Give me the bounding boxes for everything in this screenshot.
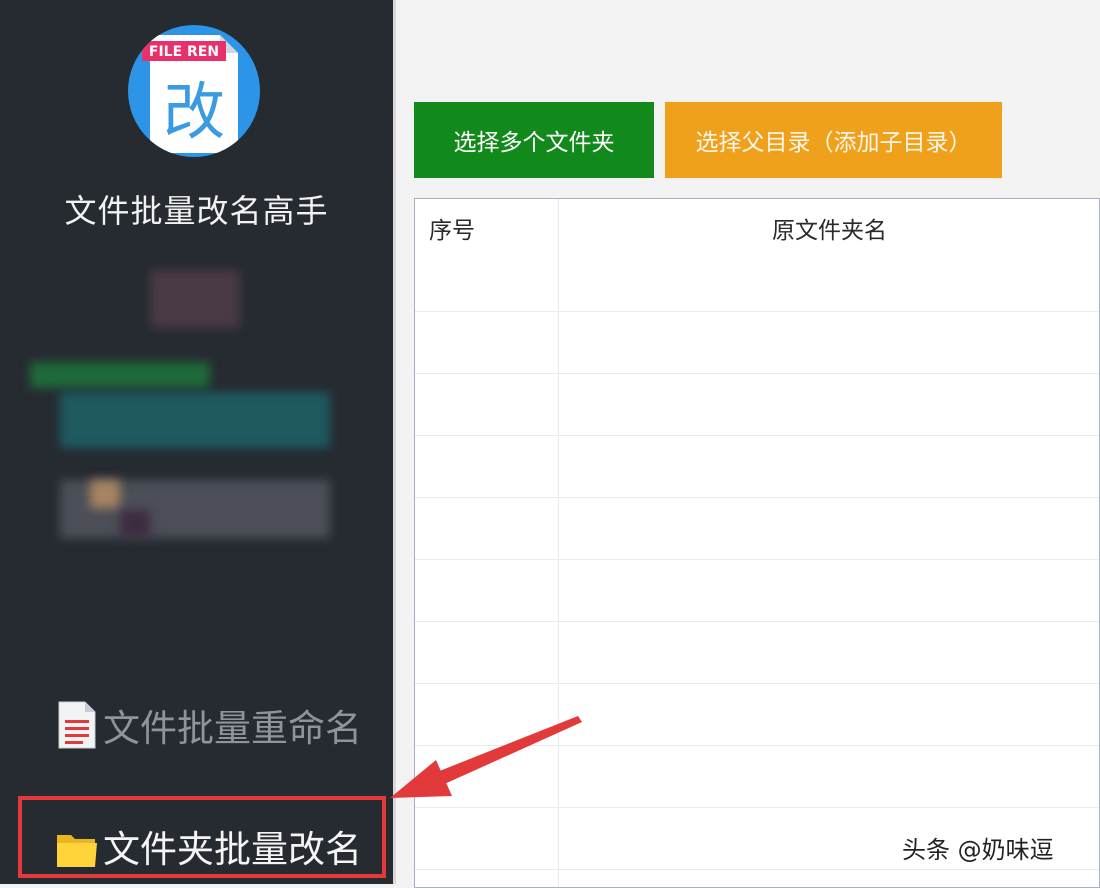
select-multiple-folders-button[interactable]: 选择多个文件夹 xyxy=(414,102,654,178)
table-row-separator xyxy=(415,311,1099,312)
table-row-separator xyxy=(415,745,1099,746)
folder-table[interactable]: 序号 原文件夹名 xyxy=(414,198,1100,888)
table-row-separator xyxy=(415,683,1099,684)
nav-item-label: 文件批量重命名 xyxy=(103,707,362,750)
table-row-separator xyxy=(415,497,1099,498)
table-row-separator xyxy=(415,373,1099,374)
nav-item-batch-rename-files[interactable]: 文件批量重命名 xyxy=(55,697,362,753)
app-title: 文件批量改名高手 xyxy=(64,192,329,230)
document-list-icon xyxy=(55,700,99,750)
table-row-separator xyxy=(415,869,1099,870)
watermark: 头条 @奶味逗 xyxy=(902,836,1054,864)
sidebar: FILE REN 改 文件批量改名高手 文件批量重命名 文件夹批量改名 xyxy=(0,0,393,884)
sidebar-divider xyxy=(393,0,396,884)
table-row-separator xyxy=(415,559,1099,560)
folder-icon xyxy=(55,821,99,871)
column-header-original-folder-name[interactable]: 原文件夹名 xyxy=(558,211,1100,245)
nav-item-label: 文件夹批量改名 xyxy=(103,828,362,871)
app-logo-icon: FILE REN 改 xyxy=(142,35,238,153)
table-row-separator xyxy=(415,621,1099,622)
logo-glyph: 改 xyxy=(163,75,225,148)
column-header-index[interactable]: 序号 xyxy=(429,211,475,245)
logo-banner-text: FILE REN xyxy=(149,44,219,60)
table-row-separator xyxy=(415,807,1099,808)
nav-item-batch-rename-folders[interactable]: 文件夹批量改名 xyxy=(55,818,362,874)
select-parent-directory-button[interactable]: 选择父目录（添加子目录） xyxy=(665,102,1002,178)
table-row-separator xyxy=(415,435,1099,436)
app-logo: FILE REN 改 xyxy=(128,25,260,157)
column-divider xyxy=(558,199,559,887)
